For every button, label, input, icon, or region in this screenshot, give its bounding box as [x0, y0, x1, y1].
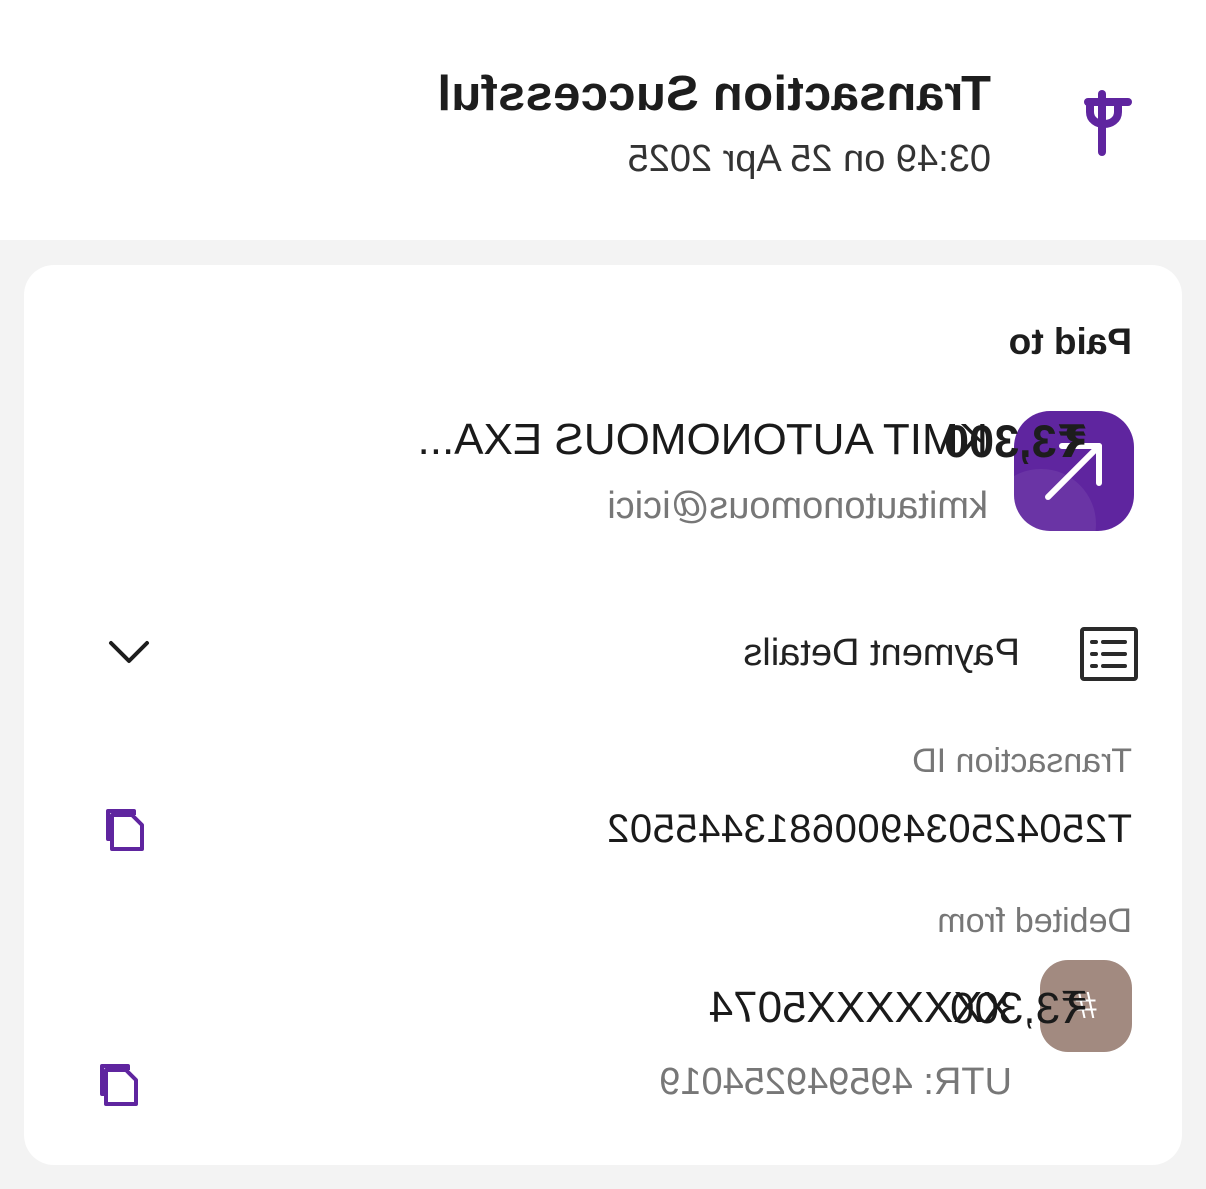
phonepe-logo-icon [1084, 90, 1132, 156]
transaction-id-label: Transaction ID [912, 742, 1132, 780]
paid-amount: ₹3,300 [944, 416, 1088, 467]
transaction-card: Paid to KMIT AUTONOMOUS EXA... kmitauton… [24, 265, 1182, 1165]
copy-icon[interactable] [102, 805, 148, 853]
copy-icon[interactable] [96, 1060, 142, 1108]
receipt-icon [1080, 627, 1138, 681]
utr-number: UTR: 495949254019 [659, 1061, 1012, 1103]
debited-amount: ₹3,300 [950, 984, 1089, 1033]
screen: Transaction Successful 03:49 on 25 Apr 2… [0, 0, 1206, 1189]
paid-to-label: Paid to [1008, 321, 1132, 362]
payee-name: KMIT AUTONOMOUS EXA... [417, 415, 988, 464]
debited-from-label: Debited from [937, 902, 1132, 940]
transaction-timestamp: 03:49 on 25 Apr 2025 [627, 138, 991, 180]
payee-upi-id: kmitautonomous@icici [607, 485, 988, 527]
payment-details-label[interactable]: Payment Details [743, 632, 1020, 675]
transaction-id-value: T2504250349006813445502 [606, 807, 1132, 851]
header: Transaction Successful 03:49 on 25 Apr 2… [0, 0, 1206, 240]
transaction-status-title: Transaction Successful [437, 67, 991, 121]
chevron-down-icon[interactable] [106, 637, 152, 667]
